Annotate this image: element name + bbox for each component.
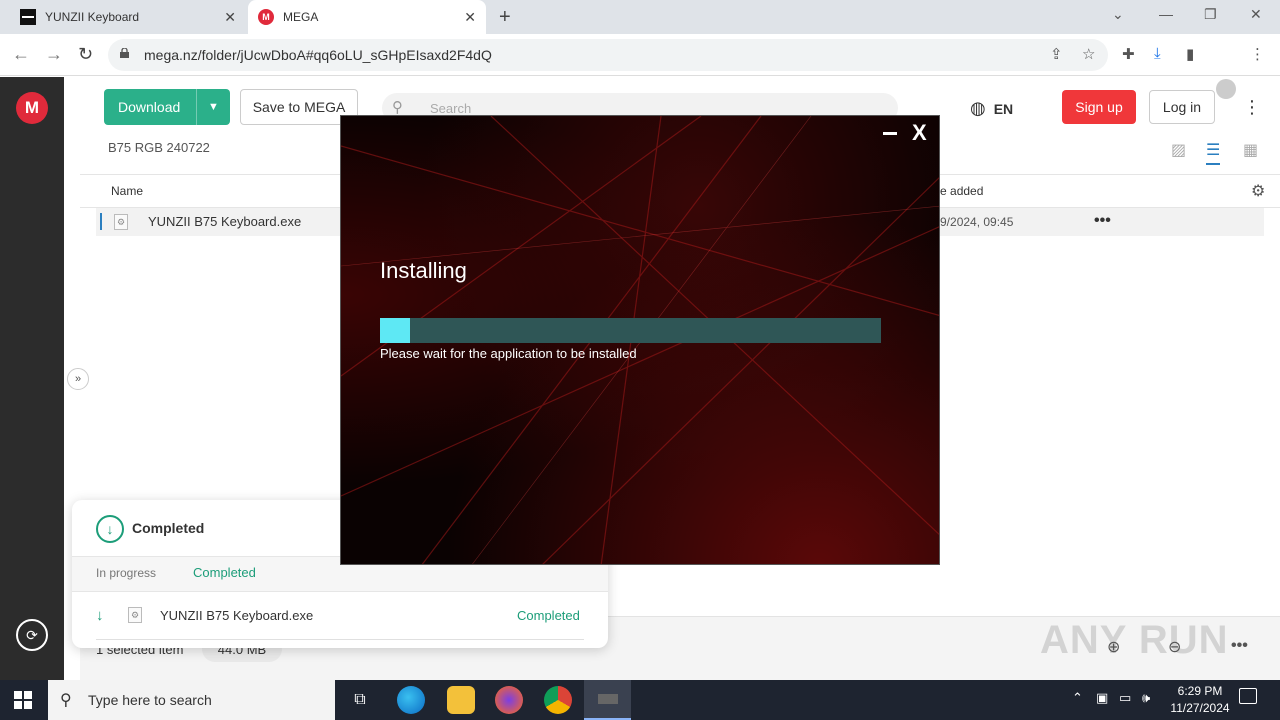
- log-in-button[interactable]: Log in: [1149, 90, 1215, 124]
- installer-window: X Installing Please wait for the applica…: [340, 115, 940, 565]
- completed-download-icon: ↓: [96, 515, 124, 543]
- notification-center-icon[interactable]: [1239, 688, 1257, 704]
- language-code: EN: [993, 100, 1014, 117]
- downloads-icon[interactable]: ⤓: [1154, 45, 1161, 62]
- back-arrow-icon[interactable]: ←: [12, 44, 30, 64]
- search-icon: ⚲: [392, 99, 403, 116]
- install-progress-fill: [380, 318, 411, 343]
- mega-favicon: M: [258, 9, 274, 25]
- file-date-added: /29/2024, 09:45: [930, 215, 1014, 229]
- clock-time: 6:29 PM: [1177, 684, 1223, 698]
- tab-search-chevron-icon[interactable]: ⌄: [1112, 6, 1124, 23]
- address-bar[interactable]: mega.nz/folder/jUcwDboA#qq6oLU_sGHpEIsax…: [108, 39, 1108, 71]
- expand-sidebar-button[interactable]: »: [67, 368, 89, 390]
- exe-file-icon: ⚙: [128, 607, 142, 623]
- minimize-window-button[interactable]: —: [1159, 6, 1173, 22]
- chrome-menu-icon[interactable]: ⋮: [1250, 45, 1265, 63]
- yunzii-favicon: [20, 9, 36, 25]
- grid-view-icon[interactable]: ▦: [1243, 140, 1258, 160]
- clock-date: 11/27/2024: [1170, 701, 1230, 715]
- forward-arrow-icon[interactable]: →: [45, 44, 63, 64]
- taskbar-search-placeholder: Type here to search: [88, 692, 212, 708]
- tab-mega[interactable]: M MEGA ✕: [248, 0, 486, 34]
- browser-toolbar: ← → ↻ mega.nz/folder/jUcwDboA#qq6oLU_sGH…: [0, 34, 1280, 99]
- new-tab-button[interactable]: +: [499, 7, 511, 27]
- tab-in-progress[interactable]: In progress: [96, 566, 156, 580]
- column-settings-gear-icon[interactable]: ⚙: [1251, 181, 1265, 201]
- divider: [96, 639, 584, 640]
- bookmark-star-icon[interactable]: ☆: [1082, 45, 1095, 63]
- language-selector[interactable]: ◍ EN: [970, 98, 1013, 119]
- anyrun-watermark: ANY RUN: [1040, 618, 1229, 662]
- chrome-icon[interactable]: [544, 686, 572, 714]
- file-explorer-icon[interactable]: [447, 686, 475, 714]
- download-label: Download: [118, 99, 181, 115]
- volume-icon[interactable]: 🕪: [1142, 690, 1150, 706]
- globe-icon: ◍: [970, 98, 986, 118]
- column-name[interactable]: Name: [111, 184, 143, 198]
- edge-icon[interactable]: [397, 686, 425, 714]
- installer-message: Please wait for the application to be in…: [380, 346, 637, 361]
- search-icon: ⚲: [60, 692, 72, 709]
- close-window-button[interactable]: ✕: [1250, 6, 1262, 23]
- list-view-icon[interactable]: ☰: [1206, 140, 1221, 165]
- side-panel-icon[interactable]: ▮: [1186, 45, 1194, 63]
- status-more-icon[interactable]: •••: [1231, 637, 1248, 655]
- chevron-down-icon[interactable]: ▼: [196, 89, 230, 125]
- profile-avatar-icon[interactable]: [1216, 79, 1236, 99]
- extensions-puzzle-icon[interactable]: ✚: [1122, 45, 1135, 63]
- search-placeholder: Search: [430, 100, 472, 116]
- mega-logo[interactable]: M: [16, 92, 48, 124]
- transfer-status: Completed: [517, 608, 580, 623]
- file-name[interactable]: YUNZII B75 Keyboard.exe: [148, 214, 301, 229]
- link-icon[interactable]: ⊖: [1168, 637, 1181, 657]
- lock-icon[interactable]: [120, 48, 129, 58]
- tab-title: YUNZII Keyboard: [45, 10, 140, 24]
- installer-close-button[interactable]: X: [912, 122, 927, 144]
- more-options-icon[interactable]: ⋮: [1243, 97, 1261, 117]
- tray-chevron-up-icon[interactable]: ⌃: [1072, 690, 1083, 706]
- close-tab-icon[interactable]: ✕: [464, 10, 476, 24]
- tab-yunzii-keyboard[interactable]: YUNZII Keyboard ✕: [10, 0, 246, 34]
- folder-breadcrumb[interactable]: B75 RGB 240722: [108, 140, 210, 155]
- reload-icon[interactable]: ↻: [78, 44, 93, 64]
- browser-tab-strip: YUNZII Keyboard ✕ M MEGA ✕ + ⌄ — ❐ ✕: [0, 0, 1280, 34]
- taskbar-clock[interactable]: 6:29 PM 11/27/2024: [1160, 683, 1240, 717]
- tray-meet-icon[interactable]: ▣: [1096, 690, 1108, 706]
- url-text[interactable]: mega.nz/folder/jUcwDboA#qq6oLU_sGHpEIsax…: [144, 47, 492, 63]
- installer-title: Installing: [380, 258, 467, 283]
- network-icon[interactable]: ▭: [1119, 690, 1131, 706]
- selected-row-indicator: [100, 213, 102, 230]
- mega-sidebar: [0, 77, 64, 680]
- share-icon[interactable]: ⇪: [1050, 45, 1063, 63]
- firefox-icon[interactable]: [495, 686, 523, 714]
- installer-minimize-button[interactable]: [881, 124, 897, 138]
- download-button[interactable]: Download ▼: [104, 89, 230, 125]
- install-progress-bar: [380, 318, 881, 343]
- transfer-panel-title[interactable]: Completed: [132, 520, 204, 536]
- download-arrow-icon: ↓: [96, 607, 104, 624]
- tab-completed[interactable]: Completed: [193, 565, 256, 580]
- installer-app-icon: [598, 694, 618, 704]
- windows-start-icon[interactable]: [14, 691, 32, 709]
- exe-file-icon: ⚙: [114, 214, 128, 230]
- transfer-file-name: YUNZII B75 Keyboard.exe: [160, 608, 314, 623]
- taskbar-search-input[interactable]: Type here to search: [48, 680, 335, 720]
- tab-title: MEGA: [283, 10, 319, 24]
- download-circle-icon[interactable]: ⊕: [1107, 637, 1120, 657]
- task-view-icon[interactable]: ⧉: [346, 686, 374, 714]
- thumbnail-view-icon[interactable]: ▨: [1171, 140, 1186, 160]
- close-tab-icon[interactable]: ✕: [224, 10, 236, 24]
- row-more-options-icon[interactable]: •••: [1094, 212, 1111, 230]
- sign-up-button[interactable]: Sign up: [1062, 90, 1136, 124]
- restore-window-button[interactable]: ❐: [1204, 6, 1217, 23]
- help-icon[interactable]: ⟳: [16, 619, 48, 651]
